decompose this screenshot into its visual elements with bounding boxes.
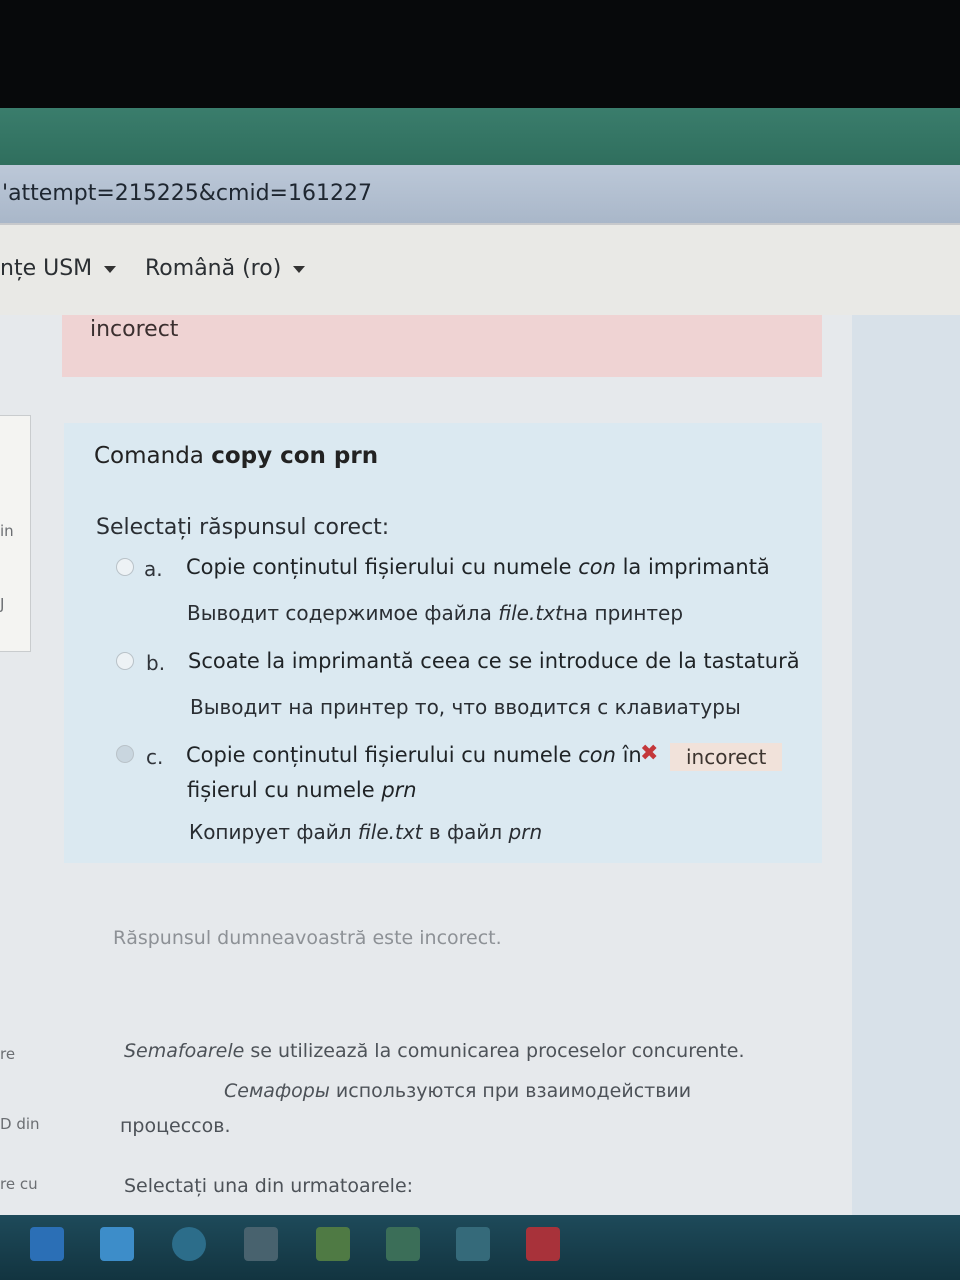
pdf-icon[interactable] xyxy=(526,1227,560,1261)
option-a-text[interactable]: Copie conținutul fișierului cu numele co… xyxy=(186,555,770,579)
option-c-ru-italic: file.txt xyxy=(357,820,423,844)
next-question-text: Semafoarele se utilizează la comunicarea… xyxy=(124,1040,745,1062)
option-c-letter: c. xyxy=(146,745,164,769)
option-a-ru-part: Выводит содержимое файла xyxy=(187,601,499,625)
option-c-text-part: în xyxy=(615,743,642,767)
option-c-ru-part: в файл xyxy=(422,820,509,844)
incorrect-badge: incorect xyxy=(670,743,783,771)
option-b-letter: b. xyxy=(146,651,166,675)
address-bar[interactable]: 'attempt=215225&cmid=161227 xyxy=(0,165,960,223)
next-question-ru-rest: используются при взаимодействии xyxy=(329,1080,692,1102)
option-b-radio[interactable] xyxy=(116,652,134,670)
language-menu[interactable]: Română (ro) xyxy=(145,249,306,289)
caret-down-icon xyxy=(293,265,306,273)
previous-feedback: incorect xyxy=(62,315,822,377)
option-a-ru-italic: file.txt xyxy=(498,601,563,625)
quiz-review-page: in J re D din re cu incorect Comanda cop… xyxy=(0,315,960,1220)
option-a-letter: a. xyxy=(144,557,163,581)
option-a-italic: con xyxy=(578,555,616,579)
option-c-text[interactable]: Copie conținutul fișierului cu numele co… xyxy=(186,743,642,767)
left-fragment: re xyxy=(0,1045,16,1063)
left-fragment: J xyxy=(0,595,5,613)
feedback-text: incorect xyxy=(90,317,179,342)
answer-prompt: Selectați răspunsul corect: xyxy=(96,515,390,540)
option-c-text-part: Copie conținutul fișierului cu numele xyxy=(186,743,579,767)
option-c-line2-part: fișierul cu numele xyxy=(187,778,382,802)
site-navbar: nțe USM Română (ro) xyxy=(0,223,960,317)
next-question-prompt: Selectați una din urmatoarele: xyxy=(124,1175,414,1197)
next-question-translation: Семафоры используются при взаимодействии xyxy=(224,1080,691,1102)
option-a-translation: Выводит содержимое файла file.txtна прин… xyxy=(187,601,683,625)
option-c-translation: Копирует файл file.txt в файл prn xyxy=(189,820,542,844)
option-c-line2-italic: prn xyxy=(381,778,417,802)
option-c-italic: con xyxy=(578,743,616,767)
question-text: Comanda copy con prn xyxy=(94,443,378,469)
option-a-radio[interactable] xyxy=(116,558,134,576)
language-menu-label: Română (ro) xyxy=(145,256,282,281)
chart-icon[interactable] xyxy=(316,1227,350,1261)
option-c-radio[interactable] xyxy=(116,745,134,763)
question-box: Comanda copy con prn Selectați răspunsul… xyxy=(64,423,822,863)
cube-icon[interactable] xyxy=(244,1227,278,1261)
user-menu-label: nțe USM xyxy=(0,256,93,281)
question-command: copy con prn xyxy=(211,443,379,469)
address-text: attempt=215225&cmid=161227 xyxy=(8,181,372,206)
right-sidebar xyxy=(852,315,960,1220)
option-c-ru-part: Копирует файл xyxy=(189,820,358,844)
store-icon[interactable] xyxy=(30,1227,64,1261)
left-fragment: in xyxy=(0,522,14,540)
option-b-text[interactable]: Scoate la imprimantă ceea ce se introduc… xyxy=(188,649,800,673)
window-titlebar xyxy=(0,108,960,168)
left-fragment: re cu xyxy=(0,1175,38,1193)
next-question-translation-line2: процессов. xyxy=(120,1115,231,1137)
option-c-ru-italic: prn xyxy=(508,820,543,844)
next-question-italic: Semafoarele xyxy=(124,1040,245,1062)
skype-icon[interactable] xyxy=(172,1227,206,1261)
caret-down-icon xyxy=(104,265,117,273)
screen-bezel xyxy=(0,0,960,110)
mail-icon[interactable] xyxy=(100,1227,134,1261)
option-a-ru-part: на принтер xyxy=(562,601,684,625)
question-prefix: Comanda xyxy=(94,443,212,469)
option-a-text-part: la imprimantă xyxy=(615,555,770,579)
next-question-ru-italic: Семафоры xyxy=(224,1080,330,1102)
monitor-icon[interactable] xyxy=(456,1227,490,1261)
user-menu[interactable]: nțe USM xyxy=(0,249,117,289)
option-a-text-part: Copie conținutul fișierului cu numele xyxy=(186,555,579,579)
files-icon[interactable] xyxy=(386,1227,420,1261)
option-c-text-line2: fișierul cu numele prn xyxy=(187,778,417,802)
left-fragment: D din xyxy=(0,1115,40,1133)
taskbar xyxy=(0,1215,960,1280)
incorrect-mark-icon: ✖ xyxy=(640,741,659,766)
next-question-rest: se utilizează la comunicarea proceselor … xyxy=(244,1040,745,1062)
option-b-translation: Выводит на принтер то, что вводится с кл… xyxy=(190,695,741,719)
answer-result: Răspunsul dumneavoastră este incorect. xyxy=(113,927,502,949)
